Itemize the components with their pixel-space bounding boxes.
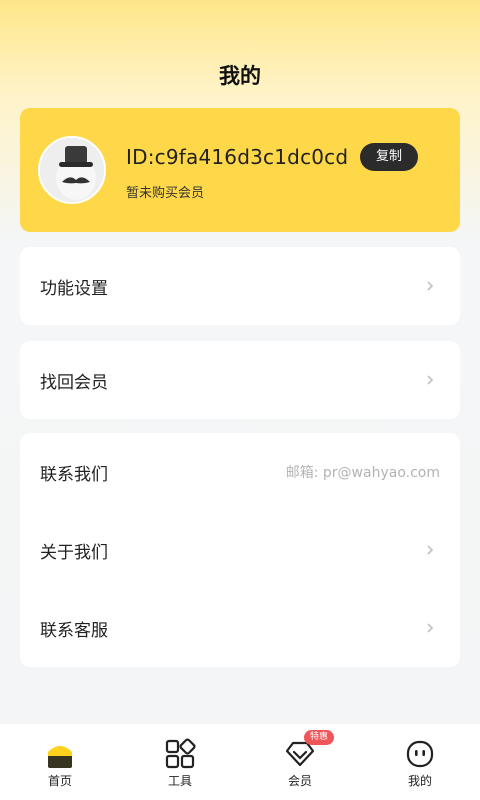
about-us-label: 关于我们	[40, 542, 108, 563]
member-status: 暂未购买会员	[126, 186, 205, 201]
chevron-right-icon	[427, 375, 434, 385]
settings-card: 功能设置	[20, 247, 460, 325]
customer-service-row[interactable]: 联系客服	[20, 589, 460, 667]
user-id: ID:c9fa416d3c1dc0cd	[126, 145, 349, 169]
contact-us-label: 联系我们	[40, 464, 108, 485]
tab-tools-label: 工具	[167, 774, 192, 788]
bottom-tab-bar: 首页 工具 特惠 会员 我的	[0, 724, 480, 800]
about-us-row[interactable]: 关于我们	[20, 511, 460, 589]
chevron-right-icon	[427, 545, 434, 555]
contact-us-row[interactable]: 联系我们 邮箱: pr@wahyao.com	[20, 433, 460, 511]
tab-vip-label: 会员	[287, 774, 312, 788]
function-settings-row[interactable]: 功能设置	[20, 247, 460, 325]
tab-mine-label: 我的	[407, 774, 432, 788]
copy-button[interactable]: 复制	[360, 143, 418, 171]
function-settings-label: 功能设置	[40, 278, 108, 299]
face-icon	[406, 740, 434, 768]
contact-email: 邮箱: pr@wahyao.com	[285, 465, 440, 481]
tab-mine[interactable]: 我的	[360, 724, 480, 800]
recover-membership-row[interactable]: 找回会员	[20, 341, 460, 419]
chevron-right-icon	[427, 623, 434, 633]
contact-card: 联系我们 邮箱: pr@wahyao.com 关于我们 联系客服	[20, 433, 460, 667]
sale-badge: 特惠	[304, 730, 335, 745]
chevron-right-icon	[427, 281, 434, 291]
tab-home-label: 首页	[47, 774, 72, 788]
grid-icon	[165, 738, 196, 769]
mustache-hat-avatar-icon	[40, 138, 104, 202]
avatar[interactable]	[38, 136, 106, 204]
recover-membership-label: 找回会员	[40, 372, 108, 393]
tab-tools[interactable]: 工具	[120, 724, 240, 800]
recover-card: 找回会员	[20, 341, 460, 419]
page-title: 我的	[219, 64, 261, 88]
profile-card: ID:c9fa416d3c1dc0cd 复制 暂未购买会员	[20, 108, 460, 232]
tab-vip[interactable]: 特惠 会员	[240, 724, 360, 800]
tab-home[interactable]: 首页	[0, 724, 120, 800]
home-icon	[48, 746, 72, 768]
customer-service-label: 联系客服	[40, 620, 108, 641]
